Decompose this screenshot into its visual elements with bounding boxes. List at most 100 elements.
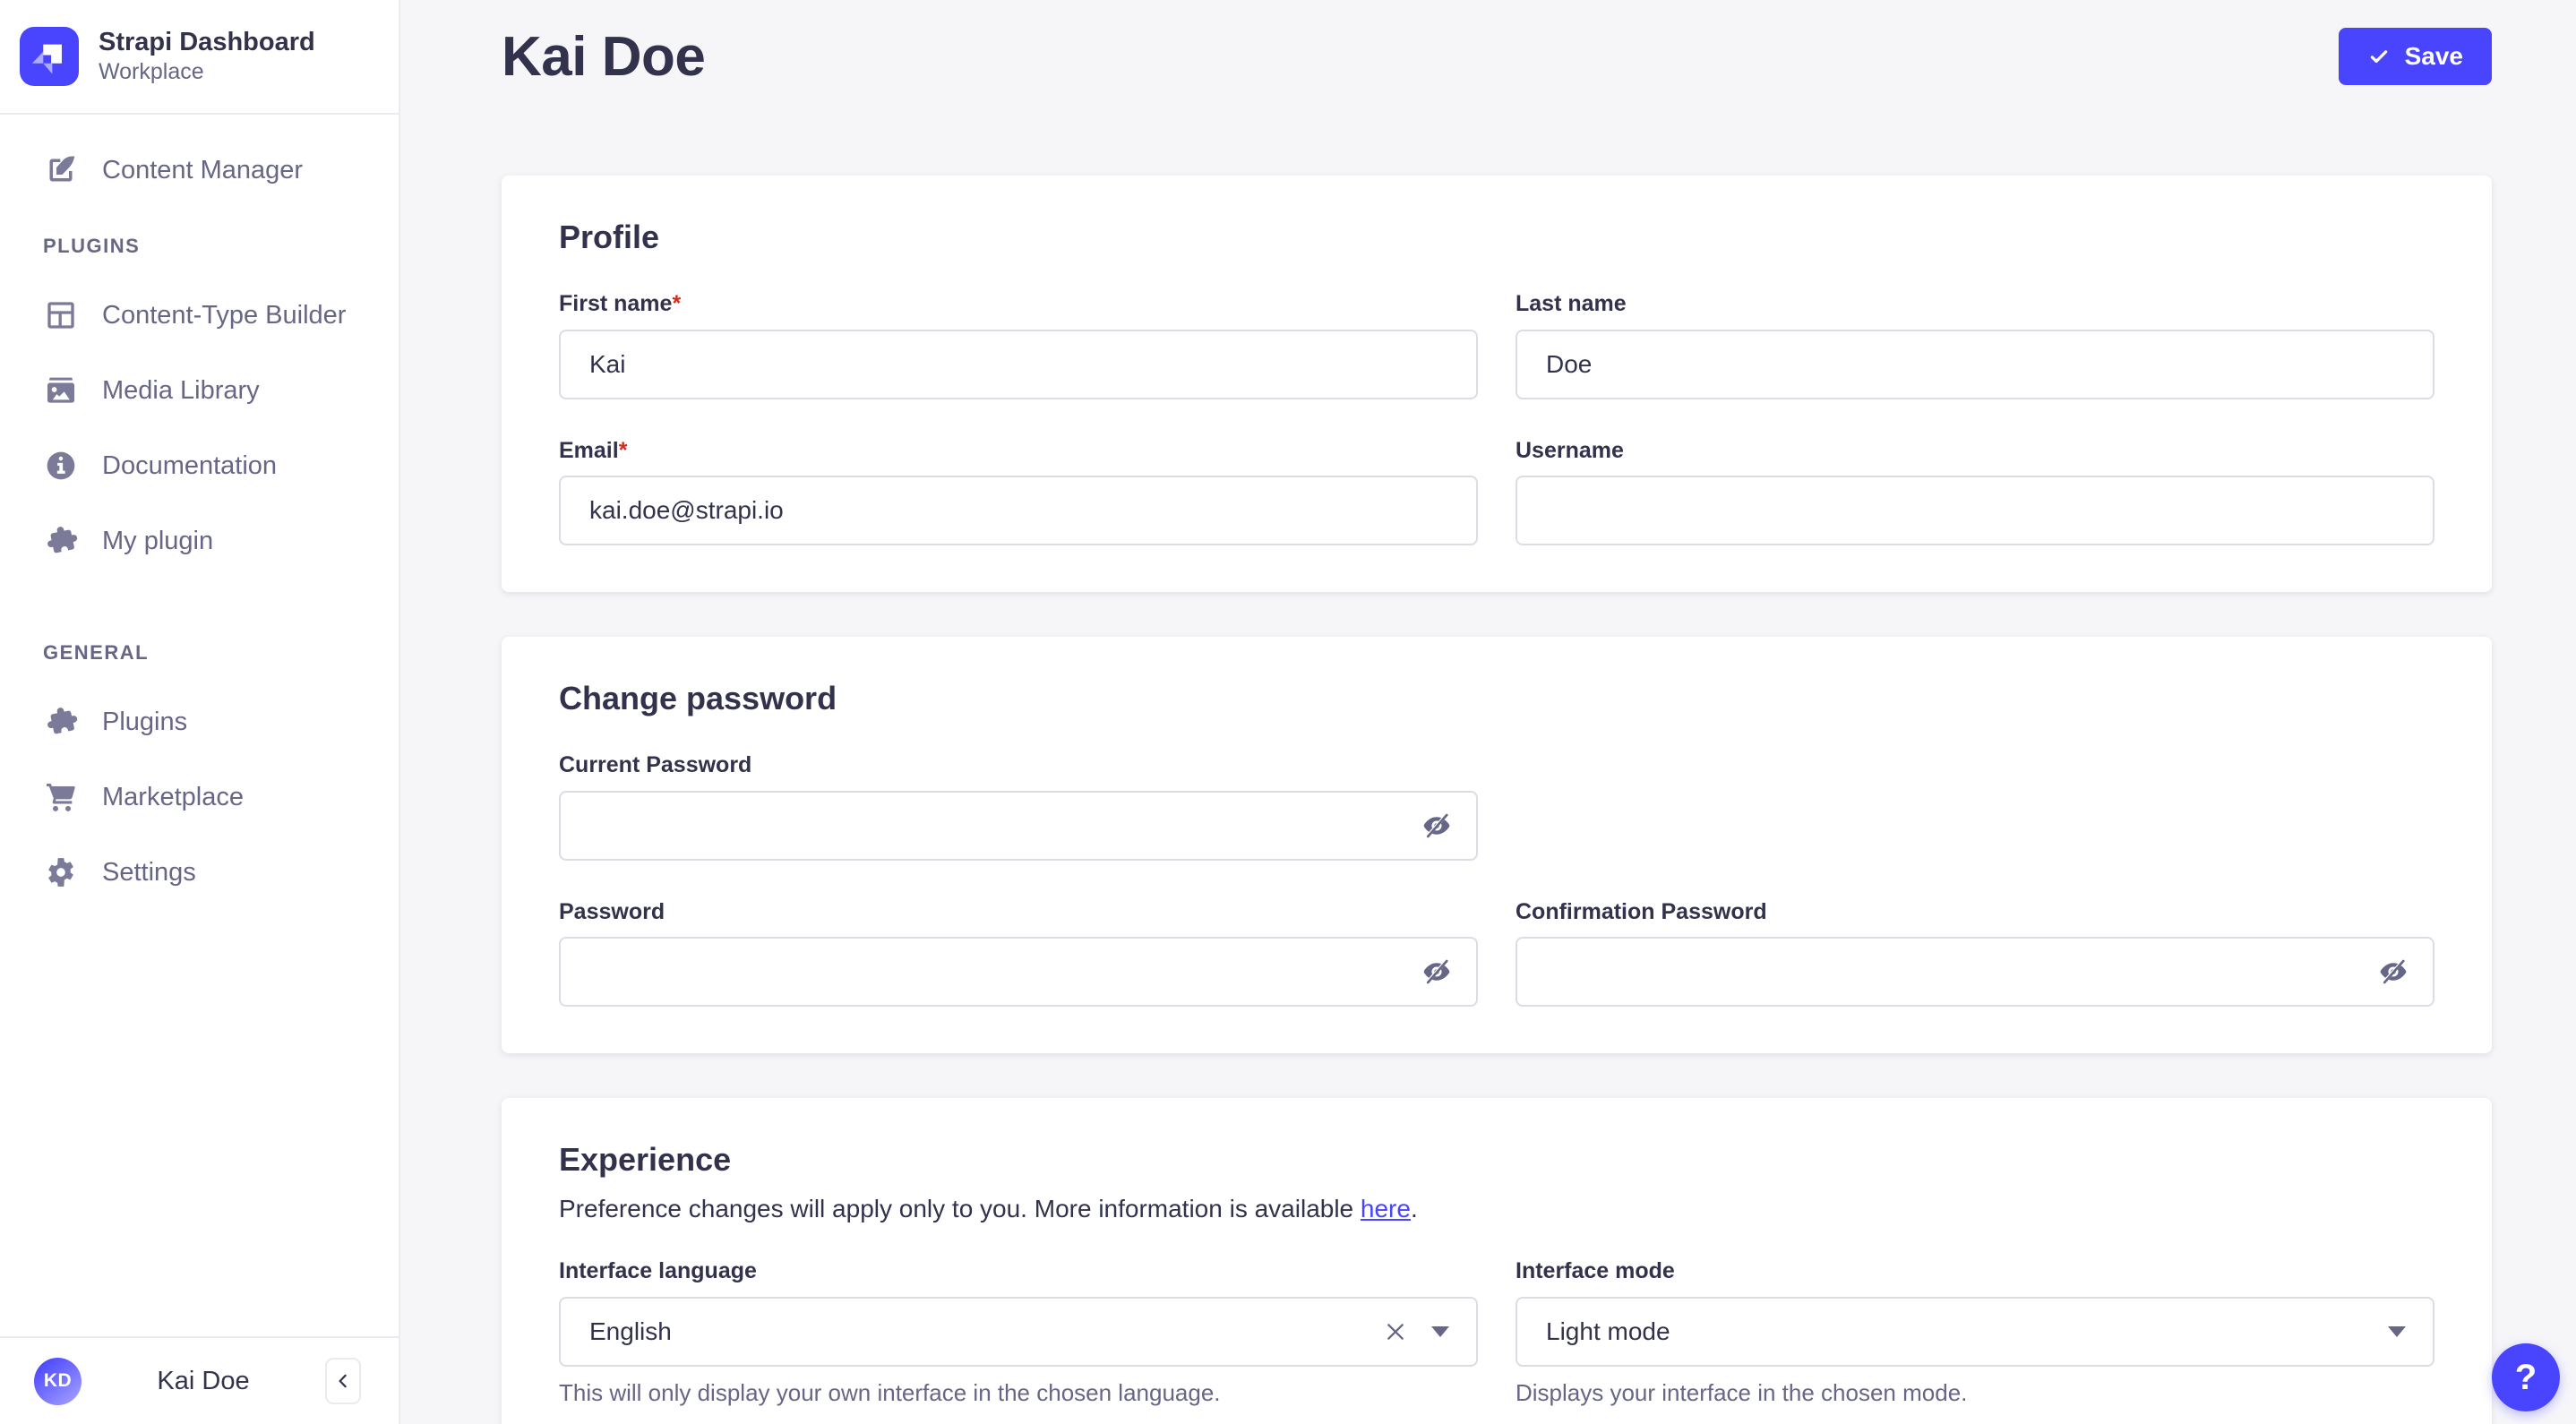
- last-name-input[interactable]: [1516, 329, 2434, 399]
- strapi-logo-icon: [20, 27, 79, 87]
- experience-description: Preference changes will apply only to yo…: [559, 1195, 1418, 1222]
- toggle-password-visibility-button[interactable]: [1417, 806, 1456, 845]
- interface-mode-label: Interface mode: [1516, 1258, 1675, 1283]
- section-title-general: GENERAL: [43, 641, 150, 665]
- sidebar-collapse-button[interactable]: [325, 1358, 361, 1404]
- puzzle-icon: [43, 523, 79, 559]
- sidebar-item-my-plugin[interactable]: My plugin: [0, 503, 399, 579]
- cart-icon: [43, 779, 79, 815]
- sidebar-item-settings[interactable]: Settings: [0, 835, 399, 910]
- nav-section-general: GENERAL Plugins Marketplace Settings: [0, 641, 399, 910]
- brand-text: Strapi Dashboard Workplace: [99, 27, 315, 86]
- username-label: Username: [1516, 437, 1624, 463]
- save-button-label: Save: [2404, 42, 2463, 70]
- username-field-group: Username: [1516, 437, 2434, 545]
- interface-mode-hint: Displays your interface in the chosen mo…: [1516, 1378, 1968, 1406]
- interface-language-select[interactable]: English: [559, 1296, 1478, 1367]
- workspace-subtitle: Workplace: [99, 58, 204, 84]
- sidebar-item-content-manager[interactable]: Content Manager: [0, 133, 399, 208]
- confirmation-password-field-group: Confirmation Password: [1516, 898, 2434, 1007]
- confirmation-password-input[interactable]: [1516, 937, 2434, 1007]
- email-field-group: Email*: [559, 437, 1478, 545]
- eye-slash-icon: [1421, 810, 1453, 842]
- page-header: Kai Doe Save: [502, 25, 2492, 88]
- experience-card: Experience Preference changes will apply…: [502, 1098, 2492, 1424]
- interface-language-hint: This will only display your own interfac…: [559, 1378, 1221, 1406]
- section-title-plugins: PLUGINS: [43, 235, 141, 258]
- username-input[interactable]: [1516, 476, 2434, 545]
- sidebar-item-label: Plugins: [102, 707, 188, 736]
- toggle-password-visibility-button[interactable]: [2374, 952, 2413, 991]
- user-name: Kai Doe: [157, 1366, 250, 1395]
- nav-section-plugins: PLUGINS Content-Type Builder Media Libra…: [0, 235, 399, 579]
- first-name-field-group: First name*: [559, 291, 1478, 399]
- user-area: KD Kai Doe: [0, 1336, 399, 1424]
- feather-square-icon: [43, 152, 79, 188]
- sidebar-item-label: Content-Type Builder: [102, 300, 347, 330]
- current-password-label: Current Password: [559, 752, 752, 777]
- sidebar-item-label: Media Library: [102, 375, 260, 405]
- sidebar-item-label: Settings: [102, 857, 196, 887]
- sidebar-item-media-library[interactable]: Media Library: [0, 353, 399, 428]
- page-title: Kai Doe: [502, 25, 706, 88]
- workspace-brand[interactable]: Strapi Dashboard Workplace: [0, 0, 399, 116]
- first-name-label: First name*: [559, 291, 682, 316]
- main-content: Kai Doe Save Profile First name* Last na…: [400, 0, 2576, 1424]
- sidebar-item-marketplace[interactable]: Marketplace: [0, 759, 399, 835]
- password-field-group: Password: [559, 898, 1478, 1007]
- email-input[interactable]: [559, 476, 1478, 545]
- interface-language-label: Interface language: [559, 1258, 757, 1283]
- sidebar-item-label: Marketplace: [102, 782, 244, 811]
- sidebar-item-label: My plugin: [102, 526, 214, 555]
- current-password-field-group: Current Password: [559, 752, 1478, 861]
- puzzle-icon: [43, 704, 79, 740]
- clear-x-icon[interactable]: [1381, 1317, 1410, 1346]
- info-circle-icon: [43, 448, 79, 484]
- password-form: Current Password Password Confirmation P…: [559, 752, 2434, 1007]
- interface-mode-field-group: Interface mode Light mode Displays your …: [1516, 1258, 2434, 1407]
- confirmation-password-label: Confirmation Password: [1516, 898, 1767, 924]
- last-name-field-group: Last name: [1516, 291, 2434, 399]
- experience-form: Interface language English This will onl…: [559, 1258, 2434, 1407]
- sidebar-item-plugins[interactable]: Plugins: [0, 684, 399, 759]
- profile-form: First name* Last name Email* Username: [559, 291, 2434, 545]
- image-icon: [43, 373, 79, 408]
- chevron-left-icon: [332, 1370, 354, 1392]
- sidebar-item-documentation[interactable]: Documentation: [0, 428, 399, 503]
- email-label: Email*: [559, 437, 628, 463]
- sidebar-item-label: Documentation: [102, 450, 278, 480]
- check-icon: [2367, 45, 2391, 68]
- last-name-label: Last name: [1516, 291, 1627, 316]
- avatar[interactable]: KD: [34, 1357, 82, 1405]
- change-password-heading: Change password: [559, 680, 837, 716]
- password-label: Password: [559, 898, 665, 924]
- layout-icon: [43, 297, 79, 333]
- experience-heading: Experience: [559, 1141, 732, 1178]
- current-password-input[interactable]: [559, 790, 1478, 861]
- profile-card: Profile First name* Last name Email* Use…: [502, 176, 2492, 592]
- eye-slash-icon: [2377, 956, 2409, 988]
- caret-down-icon[interactable]: [1431, 1325, 1449, 1337]
- sidebar-item-content-type-builder[interactable]: Content-Type Builder: [0, 278, 399, 353]
- save-button[interactable]: Save: [2338, 28, 2492, 85]
- more-information-link[interactable]: here: [1361, 1195, 1411, 1222]
- change-password-card: Change password Current Password Passwor…: [502, 637, 2492, 1053]
- required-mark: *: [672, 291, 682, 316]
- first-name-input[interactable]: [559, 329, 1478, 399]
- interface-language-value: English: [589, 1317, 672, 1345]
- sidebar-item-label: Content Manager: [102, 155, 304, 184]
- help-button[interactable]: ?: [2492, 1343, 2560, 1411]
- gear-icon: [43, 854, 79, 890]
- sidebar-nav: Content Manager PLUGINS Content-Type Bui…: [0, 115, 399, 1336]
- sidebar: Strapi Dashboard Workplace Content Manag…: [0, 0, 400, 1424]
- workspace-title: Strapi Dashboard: [99, 28, 315, 56]
- interface-language-field-group: Interface language English This will onl…: [559, 1258, 1478, 1407]
- interface-mode-select[interactable]: Light mode: [1516, 1296, 2434, 1367]
- interface-mode-value: Light mode: [1546, 1317, 1670, 1345]
- required-mark: *: [618, 437, 628, 463]
- toggle-password-visibility-button[interactable]: [1417, 952, 1456, 991]
- caret-down-icon[interactable]: [2388, 1325, 2406, 1337]
- password-input[interactable]: [559, 937, 1478, 1007]
- profile-heading: Profile: [559, 219, 660, 255]
- eye-slash-icon: [1421, 956, 1453, 988]
